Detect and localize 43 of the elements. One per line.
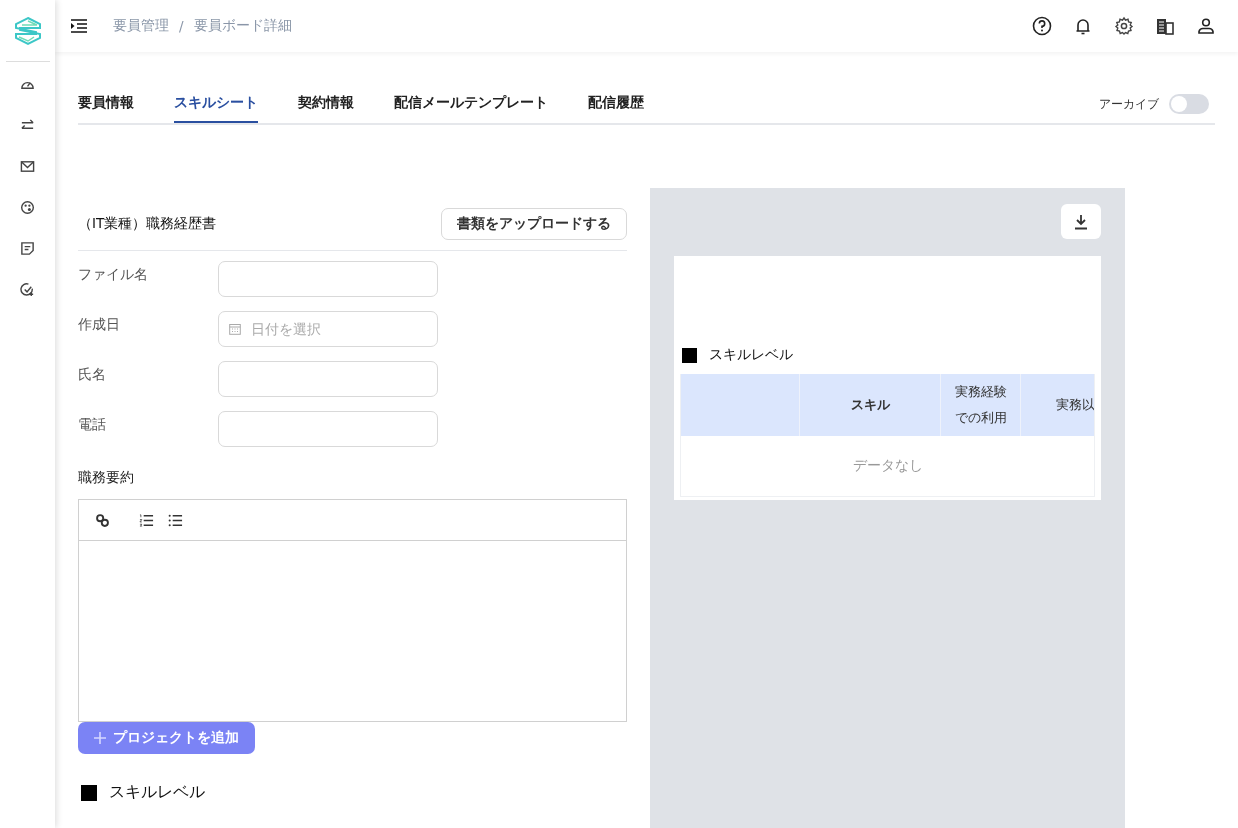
user-icon[interactable] xyxy=(1196,16,1216,36)
upload-button[interactable]: 書類をアップロードする xyxy=(441,208,627,240)
check-plus-icon[interactable] xyxy=(20,282,35,297)
field-label: ファイル名 xyxy=(78,266,149,284)
field-label: 職務要約 xyxy=(78,469,135,487)
tab[interactable]: 配信メールテンプレート xyxy=(394,85,548,123)
field-label: 氏名 xyxy=(78,366,107,384)
tab[interactable]: 要員情報 xyxy=(78,85,134,123)
note-icon[interactable] xyxy=(20,241,35,256)
download-button[interactable] xyxy=(1061,204,1101,239)
link-icon[interactable] xyxy=(95,512,110,528)
empty-message: データなし xyxy=(851,456,924,475)
field-label: 作成日 xyxy=(78,316,121,334)
settings-icon[interactable] xyxy=(1114,16,1134,36)
breadcrumb-separator: / xyxy=(179,18,184,34)
field-label: 電話 xyxy=(78,416,107,434)
help-icon[interactable] xyxy=(1032,16,1052,36)
menu-icon[interactable] xyxy=(71,19,87,33)
tab[interactable]: 契約情報 xyxy=(298,85,354,123)
section-heading: スキルレベル xyxy=(109,782,205,803)
column-header: 実務経験での利用 xyxy=(941,374,1021,436)
section-heading: スキルレベル xyxy=(709,346,793,364)
text-field[interactable] xyxy=(218,411,438,447)
archive-label: アーカイブ xyxy=(1099,95,1159,113)
building-icon[interactable] xyxy=(1155,16,1175,36)
mail-icon[interactable] xyxy=(20,159,35,174)
text-field[interactable] xyxy=(218,361,438,397)
text-field[interactable] xyxy=(218,261,438,297)
date-field[interactable]: 日付を選択 xyxy=(218,311,438,347)
tab[interactable]: 配信履歴 xyxy=(588,85,644,123)
breadcrumb-item: 要員ボード詳細 xyxy=(193,17,292,35)
document-title: （IT業種）職務経歴書 xyxy=(78,215,217,233)
column-header: スキル xyxy=(800,374,941,436)
plus-icon xyxy=(94,732,106,744)
archive-toggle[interactable] xyxy=(1169,94,1209,114)
numbered-list-icon[interactable] xyxy=(139,512,154,528)
column-header: 実務以 xyxy=(1055,396,1094,414)
palette-icon[interactable] xyxy=(20,200,35,215)
download-icon xyxy=(1074,213,1088,230)
square-icon xyxy=(682,347,697,363)
square-icon xyxy=(81,784,97,801)
bullet-list-icon[interactable] xyxy=(168,512,183,528)
tab[interactable]: スキルシート xyxy=(174,85,258,123)
